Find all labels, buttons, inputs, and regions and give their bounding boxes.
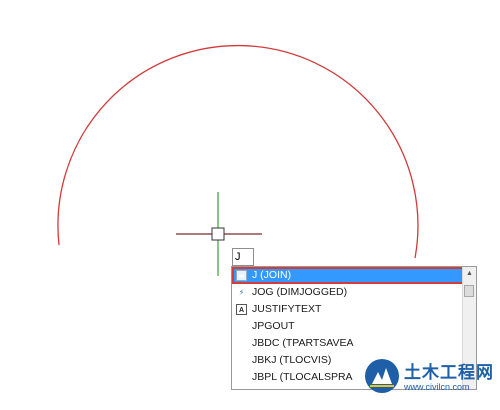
autocomplete-item-join[interactable]: ⇹ J (JOIN)	[232, 267, 464, 284]
arc-entity[interactable]	[57, 44, 419, 259]
autocomplete-item-label: JBDC (TPARTSAVEA	[252, 337, 354, 349]
autocomplete-item-justifytext[interactable]: A JUSTIFYTEXT	[232, 301, 464, 318]
dimjogged-icon: ⚡	[238, 288, 245, 297]
autocomplete-item-jbdc[interactable]: JBDC (TPARTSAVEA	[232, 335, 464, 352]
command-input[interactable]: J	[232, 248, 254, 266]
civilcn-logo-icon	[365, 359, 399, 393]
pickbox-cursor	[211, 227, 225, 241]
command-input-value: J	[235, 251, 241, 263]
join-icon: ⇹	[236, 270, 247, 281]
autocomplete-item-jog[interactable]: ⚡ JOG (DIMJOGGED)	[232, 284, 464, 301]
autocomplete-item-label: JBKJ (TLOCVIS)	[252, 354, 332, 366]
autocomplete-item-label: J (JOIN)	[252, 269, 292, 281]
watermark-url: www.civilcn.com	[404, 382, 470, 392]
autocomplete-item-label: JOG (DIMJOGGED)	[252, 286, 348, 298]
autocomplete-item-label: JPGOUT	[252, 320, 295, 332]
autocomplete-item-label: JBPL (TLOCALSPRA	[252, 371, 353, 383]
autocomplete-item-jpgout[interactable]: JPGOUT	[232, 318, 464, 335]
site-watermark: 土木工程网 www.civilcn.com	[364, 356, 496, 404]
watermark-title: 土木工程网	[404, 363, 494, 382]
scrollbar-thumb[interactable]	[464, 285, 474, 297]
scroll-up-arrow-icon[interactable]: ▲	[463, 267, 476, 281]
justifytext-icon: A	[236, 304, 247, 315]
autocomplete-item-label: JUSTIFYTEXT	[252, 303, 322, 315]
